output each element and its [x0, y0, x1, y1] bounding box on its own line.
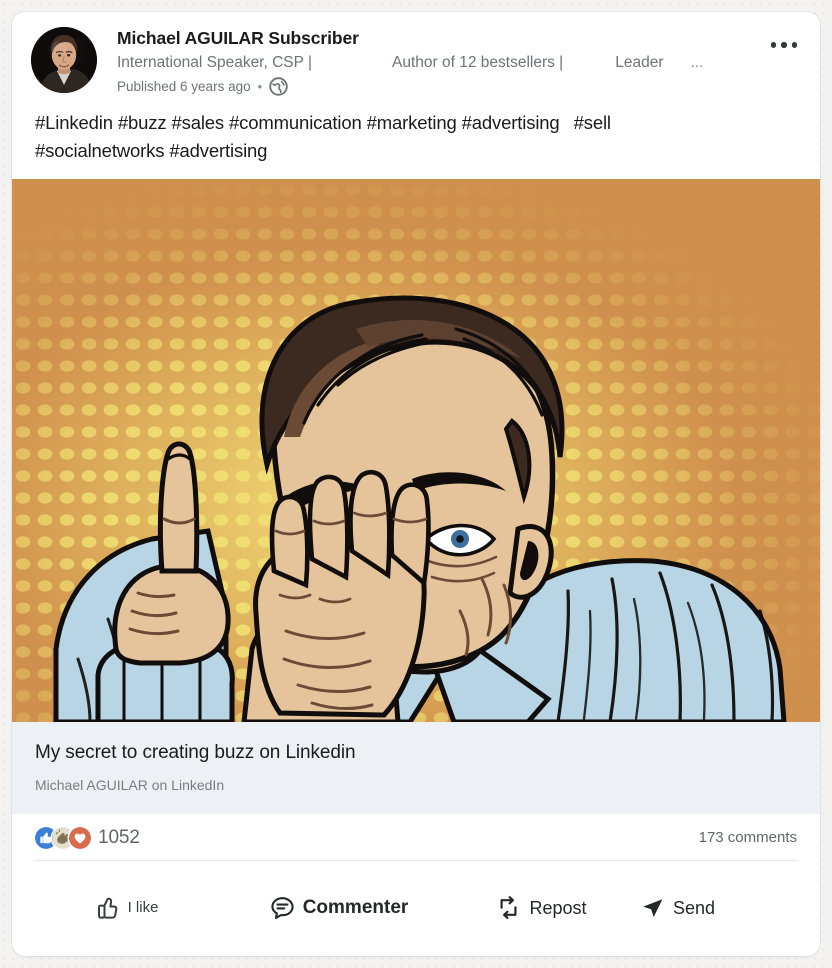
commentary-line-1b: #sell: [573, 112, 611, 133]
avatar[interactable]: [31, 27, 97, 93]
linkedin-post-card: Michael AGUILAR Subscriber International…: [12, 12, 820, 956]
ellipsis-dot-1: [770, 42, 777, 48]
comment-bubble-icon: [269, 894, 296, 921]
send-plane-icon: [639, 894, 666, 921]
comments-count[interactable]: 173 comments: [699, 828, 797, 848]
globe-icon: [269, 77, 288, 96]
repost-button-label: Repost: [529, 897, 587, 918]
link-preview-card[interactable]: My secret to creating buzz on Linkedin M…: [12, 722, 820, 814]
ellipsis-dot-3: [791, 42, 798, 48]
like-button[interactable]: I like: [26, 888, 226, 927]
comment-button[interactable]: Commenter: [226, 888, 451, 927]
commentary-line-2: #socialnetworks #advertising: [35, 140, 268, 161]
author-info: Michael AGUILAR Subscriber International…: [117, 25, 804, 96]
reaction-count: 1052: [98, 827, 140, 848]
post-media-image[interactable]: [12, 179, 820, 722]
separator-dot: •: [257, 79, 263, 94]
reaction-icon-stack: [35, 827, 91, 849]
author-name[interactable]: Michael AGUILAR Subscriber: [117, 27, 804, 49]
link-preview-title: My secret to creating buzz on Linkedin: [35, 742, 356, 763]
commentary-line-1: #Linkedin #buzz #sales #communication #m…: [35, 112, 560, 133]
social-counts-row: 1052 173 comments: [12, 814, 820, 860]
post-commentary: #Linkedin #buzz #sales #communication #m…: [12, 96, 820, 179]
post-header: Michael AGUILAR Subscriber International…: [12, 12, 820, 96]
ellipsis-dot-2: [781, 42, 787, 48]
repost-button[interactable]: Repost: [451, 888, 631, 927]
link-preview-subtitle: Michael AGUILAR on LinkedIn: [35, 777, 225, 793]
like-button-label: I like: [127, 898, 159, 916]
love-heart-icon: [69, 827, 91, 849]
action-bar: I like Commenter Repost Send: [12, 861, 820, 956]
reactions-summary[interactable]: 1052: [35, 827, 140, 849]
published-date: Published 6 years ago: [117, 78, 251, 94]
headline-segment-2: Author of 12 bestsellers |: [392, 54, 564, 71]
send-button[interactable]: Send: [631, 888, 723, 927]
send-button-label: Send: [673, 897, 716, 918]
thumb-up-outline-icon: [94, 894, 121, 921]
more-options-button[interactable]: [764, 32, 804, 58]
repost-arrows-icon: [495, 894, 522, 921]
comment-button-label: Commenter: [302, 896, 409, 918]
publish-info: Published 6 years ago •: [117, 77, 804, 96]
headline-segment-1: International Speaker, CSP |: [117, 54, 313, 71]
author-headline: International Speaker, CSP | Author of 1…: [117, 52, 804, 73]
headline-ellipsis: ...: [690, 54, 704, 71]
headline-segment-3: Leader: [615, 54, 664, 71]
